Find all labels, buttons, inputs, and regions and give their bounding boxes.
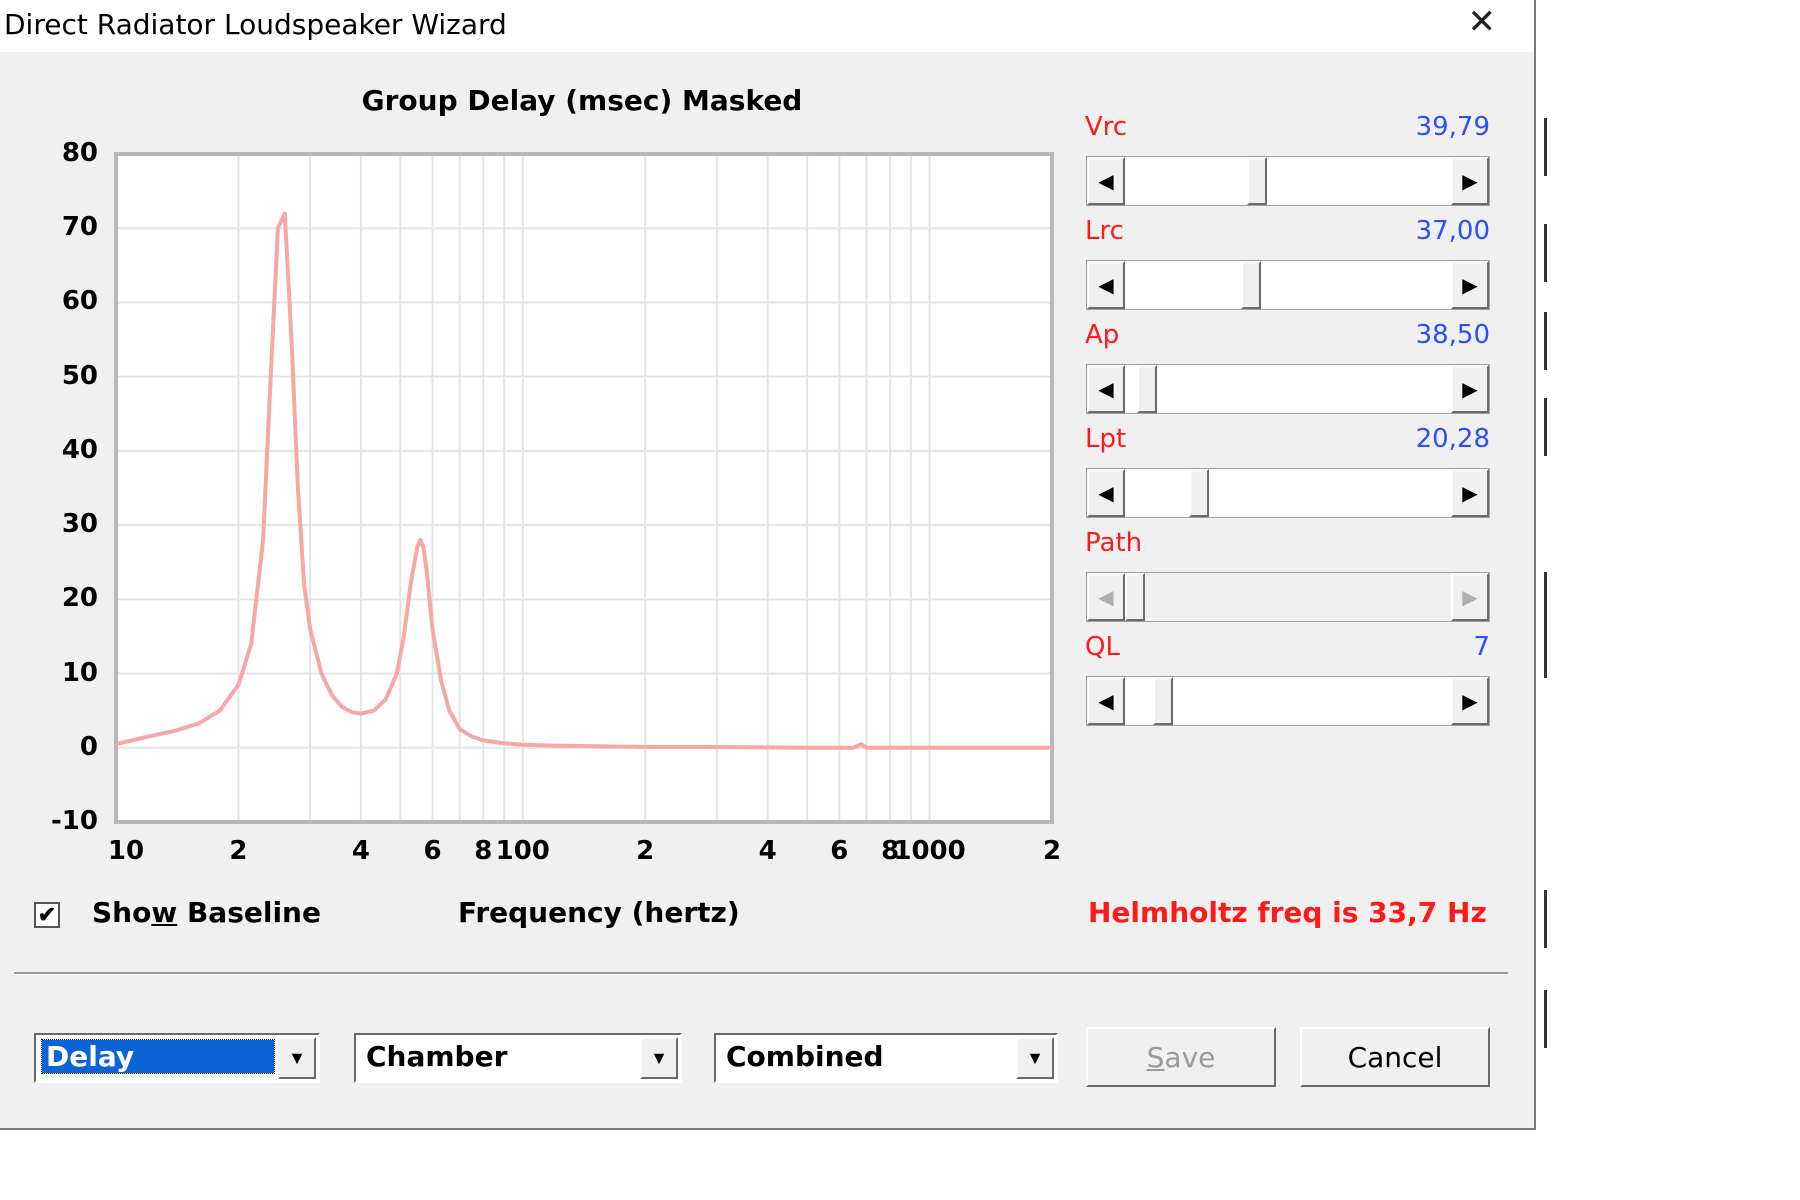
y-tick-label: -10 — [51, 806, 98, 836]
slider-lpt[interactable]: ◀ ▶ — [1086, 468, 1490, 518]
slider-label-lpt: Lpt — [1085, 424, 1127, 454]
slider-ql[interactable]: ◀ ▶ — [1086, 676, 1490, 726]
show-baseline-checkbox[interactable]: ✔ — [34, 902, 60, 928]
graph-type-combo[interactable]: Delay ▼ — [34, 1033, 320, 1083]
divider — [14, 972, 1508, 975]
x-tick-label: 2 — [1042, 836, 1062, 866]
output-combo[interactable]: Combined ▼ — [714, 1033, 1058, 1083]
x-tick-label: 4 — [758, 836, 777, 866]
slider-label-path: Path — [1085, 528, 1143, 558]
scroll-left-arrow-icon[interactable]: ◀ — [1087, 261, 1125, 309]
checkmark-icon: ✔ — [37, 902, 57, 927]
scroll-left-arrow-icon: ◀ — [1087, 573, 1125, 621]
graph-type-value: Delay — [41, 1039, 275, 1074]
slider-thumb[interactable] — [1137, 365, 1158, 413]
slider-label-lrc: Lrc — [1085, 216, 1124, 246]
y-tick-label: 40 — [61, 434, 98, 465]
cancel-button[interactable]: Cancel — [1300, 1027, 1490, 1087]
y-tick-label: 20 — [61, 583, 98, 614]
x-tick-label: 8 — [474, 836, 493, 866]
scroll-right-arrow-icon[interactable]: ▶ — [1451, 469, 1489, 517]
slider-thumb[interactable] — [1241, 261, 1262, 309]
x-tick-label: 1000 — [893, 836, 966, 866]
slider-label-ap: Ap — [1085, 320, 1120, 350]
y-tick-label: 0 — [79, 731, 98, 762]
scroll-left-arrow-icon[interactable]: ◀ — [1087, 677, 1125, 725]
slider-value-vrc: 39,79 — [1415, 112, 1490, 142]
chevron-down-icon[interactable]: ▼ — [640, 1037, 678, 1079]
slider-thumb[interactable] — [1152, 677, 1173, 725]
scroll-right-arrow-icon[interactable]: ▶ — [1451, 261, 1489, 309]
disabled-track — [1125, 573, 1451, 621]
slider-value-lrc: 37,00 — [1415, 216, 1490, 246]
slider-label-vrc: Vrc — [1085, 112, 1128, 142]
x-tick-label: 100 — [495, 836, 550, 866]
wizard-window: Direct Radiator Loudspeaker Wizard ✕ Gro… — [0, 0, 1536, 1130]
x-tick-label: 10 — [107, 836, 145, 866]
slider-path: ◀ ▶ — [1086, 572, 1490, 622]
scroll-right-arrow-icon[interactable]: ▶ — [1451, 677, 1489, 725]
slider-label-ql: QL — [1085, 632, 1120, 662]
x-tick-label: 2 — [229, 836, 248, 866]
source-combo[interactable]: Chamber ▼ — [354, 1033, 682, 1083]
save-label: ave — [1164, 1040, 1216, 1074]
scroll-left-arrow-icon[interactable]: ◀ — [1087, 365, 1125, 413]
show-baseline-label-pre: Sho — [92, 896, 152, 929]
slider-value-ql: 7 — [1473, 632, 1490, 662]
slider-vrc[interactable]: ◀ ▶ — [1086, 156, 1490, 206]
x-tick-label: 4 — [351, 836, 370, 866]
y-tick-label: 10 — [61, 657, 98, 688]
slider-thumb — [1125, 573, 1145, 621]
chevron-down-icon[interactable]: ▼ — [278, 1037, 316, 1079]
chevron-down-icon[interactable]: ▼ — [1016, 1037, 1054, 1079]
show-baseline-label[interactable]: Show Baseline — [92, 896, 321, 929]
x-tick-label: 6 — [423, 836, 442, 866]
slider-lrc[interactable]: ◀ ▶ — [1086, 260, 1490, 310]
scroll-right-arrow-icon[interactable]: ▶ — [1451, 157, 1489, 205]
scroll-left-arrow-icon[interactable]: ◀ — [1087, 469, 1125, 517]
x-axis-label: Frequency (hertz) — [458, 896, 740, 929]
show-baseline-label-post: Baseline — [177, 896, 321, 929]
scroll-left-arrow-icon[interactable]: ◀ — [1087, 157, 1125, 205]
x-tick-label: 2 — [636, 836, 655, 866]
slider-value-ap: 38,50 — [1415, 320, 1490, 350]
y-tick-label: 70 — [61, 212, 98, 243]
save-mnemonic: S — [1146, 1040, 1165, 1074]
group-delay-chart — [114, 152, 1054, 824]
background-window-edge — [1536, 0, 1550, 1110]
y-tick-label: 50 — [61, 360, 98, 391]
save-button[interactable]: Save — [1086, 1027, 1276, 1087]
scroll-right-arrow-icon[interactable]: ▶ — [1451, 365, 1489, 413]
scroll-right-arrow-icon: ▶ — [1451, 573, 1489, 621]
slider-thumb[interactable] — [1189, 469, 1210, 517]
output-value: Combined — [726, 1040, 884, 1073]
y-tick-label: 80 — [61, 138, 98, 168]
source-value: Chamber — [366, 1040, 508, 1073]
show-baseline-label-mnemonic: w — [151, 896, 178, 929]
slider-thumb[interactable] — [1247, 157, 1268, 205]
slider-value-lpt: 20,28 — [1415, 424, 1490, 454]
helmholtz-frequency-text: Helmholtz freq is 33,7 Hz — [1088, 896, 1487, 929]
x-tick-label: 6 — [830, 836, 849, 866]
y-tick-label: 30 — [61, 509, 98, 540]
slider-ap[interactable]: ◀ ▶ — [1086, 364, 1490, 414]
y-tick-label: 60 — [61, 286, 98, 317]
close-icon[interactable]: ✕ — [1468, 2, 1497, 42]
